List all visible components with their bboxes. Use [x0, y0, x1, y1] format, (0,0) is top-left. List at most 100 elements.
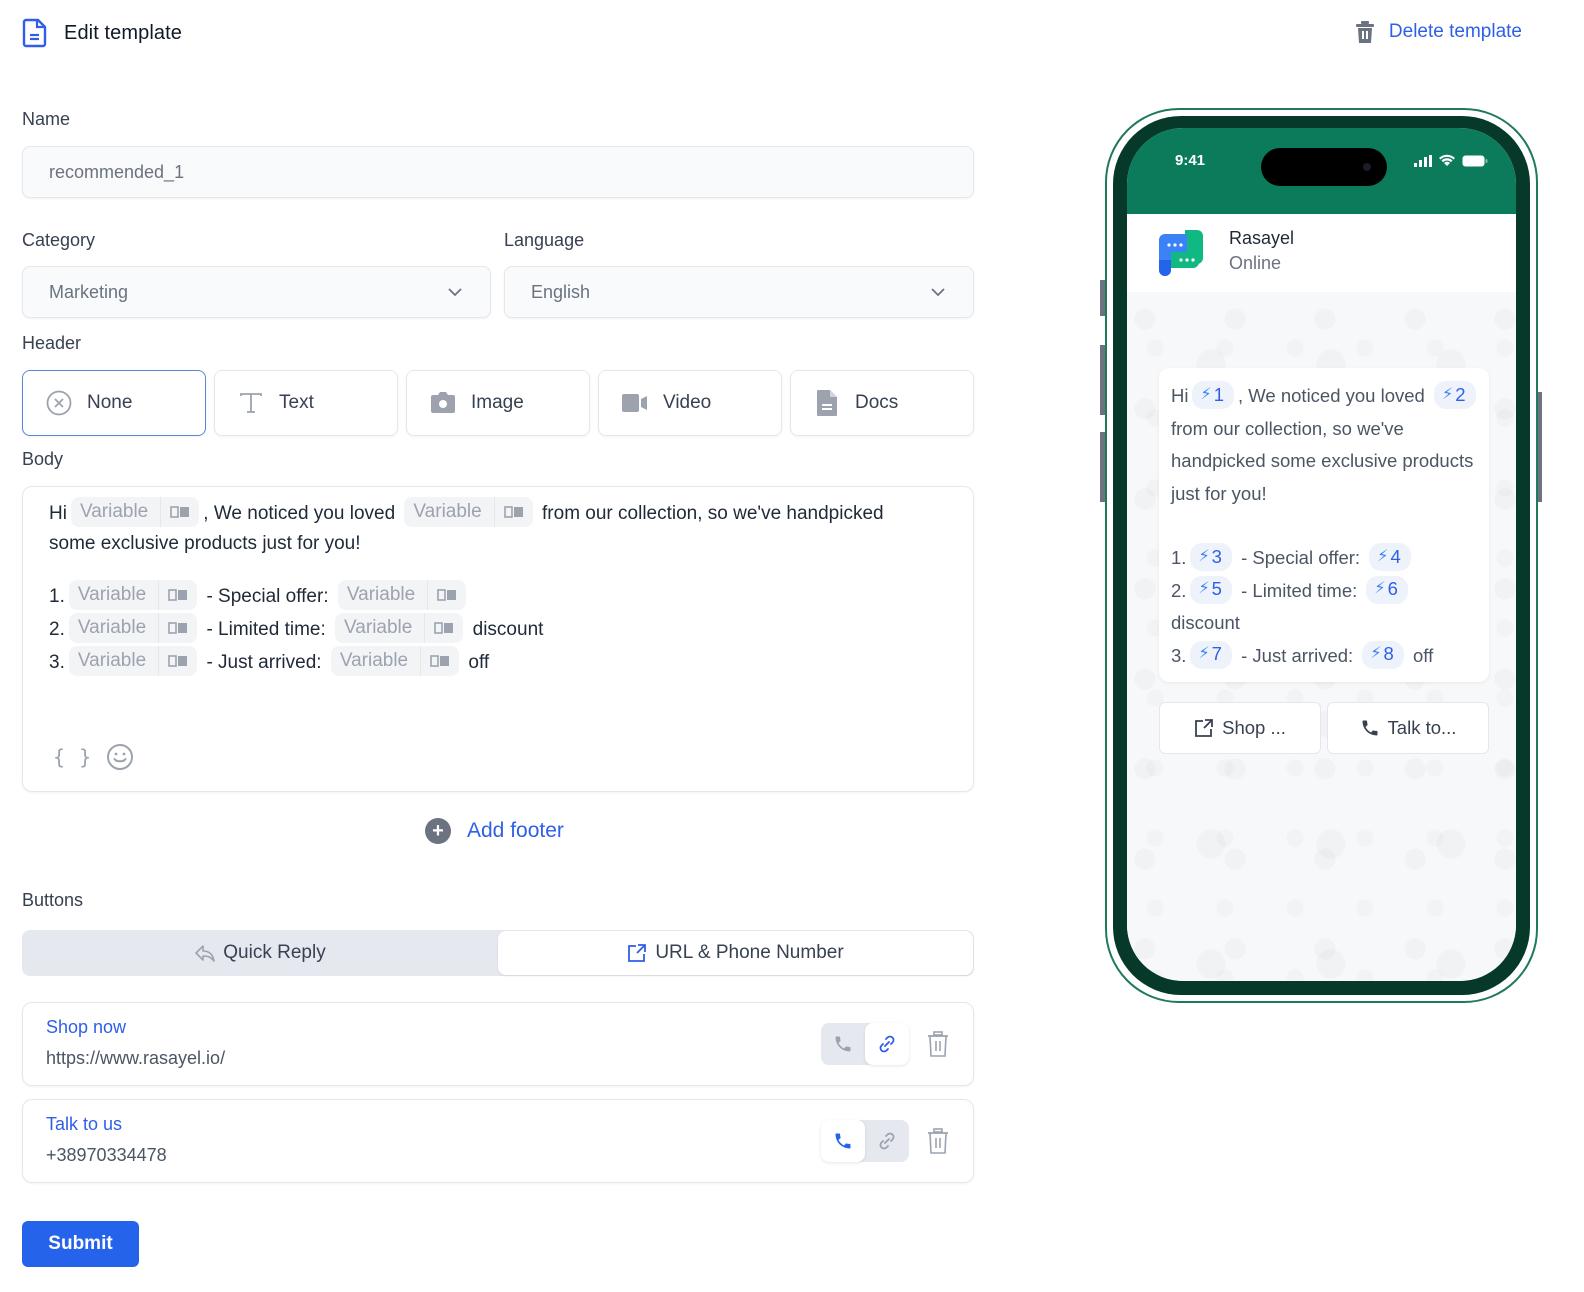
submit-button[interactable]: Submit [22, 1221, 139, 1267]
variable-token: ⚡ 2 [1433, 381, 1476, 410]
button-type-toggle [821, 1023, 909, 1065]
variable-chip[interactable]: Variable [68, 613, 198, 643]
message-bubble: Hi ⚡ 1, We noticed you loved ⚡ 2 from our c… [1159, 368, 1489, 682]
phone-preview: 9:41 Rasayel Online Hi ⚡ 1, We noticed you… [1105, 108, 1538, 1003]
top-bar: Edit template Delete template [22, 18, 1532, 50]
body-label: Body [22, 449, 64, 469]
url-type-button[interactable] [865, 1120, 909, 1162]
delete-button-icon[interactable] [927, 1128, 949, 1154]
message-list-item: 1. ⚡ 3 - Special offer: ⚡ 4 [1171, 542, 1483, 575]
variable-token: ⚡ 3 [1190, 543, 1232, 572]
message-list-item: 3. ⚡ 7 - Just arrived: ⚡ 8 off [1171, 640, 1483, 673]
variable-number: 1 [1213, 383, 1225, 405]
category-select[interactable]: Marketing [22, 266, 491, 318]
variable-token: ⚡ 8 [1362, 640, 1404, 669]
rasayel-logo-icon [1159, 230, 1203, 276]
variable-placeholder: Variable [331, 646, 422, 676]
link-icon [879, 1035, 895, 1053]
button-name[interactable]: Talk to us [46, 1114, 122, 1135]
variable-number: 2 [1455, 383, 1466, 405]
button-type-tabs: Quick Reply URL & Phone Number [22, 930, 974, 976]
bolt-icon: ⚡ [1198, 580, 1210, 598]
variable-token: ⚡ 5 [1190, 575, 1232, 604]
chat-header: Rasayel Online [1127, 214, 1516, 292]
variable-type-icon[interactable] [159, 622, 197, 634]
header-option-text[interactable]: Text [214, 370, 398, 436]
phone-icon [1362, 720, 1378, 736]
variable-chip[interactable]: Variable [330, 646, 460, 676]
variable-type-icon[interactable] [495, 506, 533, 518]
phone-frame: 9:41 Rasayel Online Hi ⚡ 1, We noticed you… [1113, 116, 1530, 995]
variable-placeholder: Variable [69, 613, 160, 643]
language-select[interactable]: English [504, 266, 974, 318]
header-option-none[interactable]: None [22, 370, 206, 436]
button-value[interactable]: +38970334478 [46, 1145, 167, 1166]
body-text-segment: , We noticed you loved [203, 503, 396, 525]
header-option-label: None [87, 392, 133, 413]
name-input[interactable]: recommended_1 [22, 146, 974, 198]
variable-type-icon[interactable] [425, 622, 463, 634]
header-option-image[interactable]: Image [406, 370, 590, 436]
variable-type-icon[interactable] [428, 589, 466, 601]
body-list-item: 2. Variable - Limited time: Variable disc… [49, 613, 949, 645]
dynamic-island [1261, 148, 1387, 186]
variable-chip[interactable]: Variable [335, 613, 464, 643]
variable-type-icon[interactable] [159, 589, 197, 601]
message-list-item: 2. ⚡ 5 - Limited time: ⚡ 6 discount [1171, 575, 1483, 640]
preview-button-label: Talk to... [1387, 717, 1457, 738]
name-label: Name [22, 109, 71, 129]
preview-button-shop[interactable]: Shop ... [1159, 702, 1321, 754]
header-option-label: Text [279, 392, 314, 413]
variable-placeholder: Variable [69, 646, 160, 676]
variable-type-icon[interactable] [161, 506, 199, 518]
variable-placeholder: Variable [69, 580, 160, 610]
contact-status: Online [1229, 253, 1282, 273]
header-option-docs[interactable]: Docs [790, 370, 974, 436]
variable-chip[interactable]: Variable [70, 497, 200, 527]
tab-url-phone[interactable]: URL & Phone Number [498, 931, 973, 975]
variable-number: 3 [1211, 545, 1222, 567]
delete-template-button[interactable]: Delete template [1355, 20, 1522, 44]
variable-chip[interactable]: Variable [337, 580, 467, 610]
button-name[interactable]: Shop now [46, 1017, 126, 1038]
external-link-icon [1195, 719, 1214, 737]
delete-button-icon[interactable] [927, 1031, 949, 1057]
variable-type-icon[interactable] [159, 655, 197, 667]
variable-chip[interactable]: Variable [68, 580, 198, 610]
preview-button-talk[interactable]: Talk to... [1327, 702, 1489, 754]
button-value[interactable]: https://www.rasayel.io/ [46, 1048, 225, 1069]
tab-quick-reply[interactable]: Quick Reply [23, 931, 498, 975]
message-segment: from our collection, so we've handpicked… [1171, 417, 1474, 504]
text-icon [237, 389, 265, 417]
variable-chip[interactable]: Variable [68, 646, 198, 676]
phone-type-button[interactable] [821, 1120, 865, 1162]
close-circle-icon [45, 389, 73, 417]
wifi-icon [1439, 154, 1455, 166]
variable-chip[interactable]: Variable [404, 497, 533, 527]
header-option-label: Video [663, 392, 712, 413]
url-type-button[interactable] [865, 1023, 909, 1065]
preview-button-label: Shop ... [1222, 717, 1286, 738]
variable-token: ⚡ 6 [1366, 575, 1408, 604]
status-icons [1414, 154, 1488, 167]
emoji-icon[interactable] [106, 743, 134, 771]
variable-placeholder: Variable [335, 613, 426, 643]
body-text-segment: off [468, 652, 490, 674]
variable-type-icon[interactable] [421, 655, 459, 667]
variable-placeholder: Variable [71, 497, 162, 527]
message-segment: , We noticed you loved [1238, 385, 1425, 406]
phone-type-button[interactable] [821, 1023, 865, 1065]
add-footer-button[interactable]: + Add footer [425, 818, 564, 844]
insert-variable-icon[interactable]: { } [53, 745, 92, 769]
body-list-item: 3. Variable - Just arrived: Variable off [49, 646, 949, 678]
header-option-video[interactable]: Video [598, 370, 782, 436]
battery-icon [1462, 155, 1488, 166]
video-icon [621, 389, 649, 417]
preview-buttons: Shop ... Talk to... [1159, 702, 1489, 754]
tab-label: URL & Phone Number [655, 942, 844, 963]
body-editor[interactable]: Hi Variable, We noticed you loved Variabl… [22, 486, 974, 792]
language-value: English [531, 281, 591, 302]
message-segment: discount [1171, 612, 1240, 633]
variable-number: 7 [1211, 643, 1222, 665]
